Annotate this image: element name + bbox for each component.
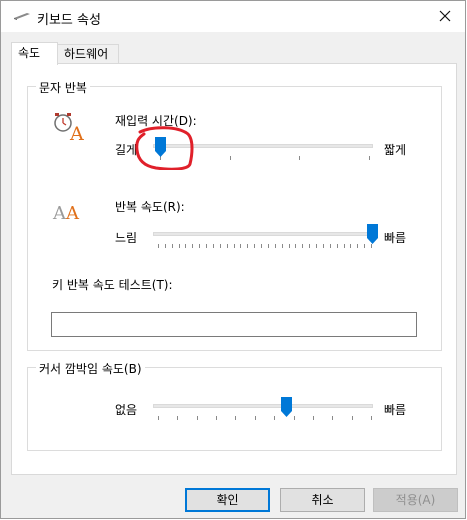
- slider-tick: [371, 244, 372, 248]
- slider-tick: [261, 244, 262, 248]
- slider-tick: [352, 416, 353, 420]
- slider-tick: [274, 416, 275, 420]
- slider-tick: [254, 244, 255, 248]
- slider-tick: [158, 416, 159, 420]
- slider-tick: [337, 244, 338, 248]
- apply-button[interactable]: 적용(A): [373, 488, 458, 512]
- repeat-delay-icon: A: [54, 113, 84, 142]
- slider-tick: [295, 244, 296, 248]
- cursor-blink-track[interactable]: [153, 404, 373, 408]
- window-title: 키보드 속성: [37, 13, 101, 28]
- slider-tick: [158, 244, 159, 248]
- slider-tick: [230, 156, 231, 160]
- svg-text:A: A: [52, 203, 67, 223]
- slider-tick: [235, 416, 236, 420]
- repeat-delay-track[interactable]: [153, 144, 373, 148]
- slider-tick: [234, 244, 235, 248]
- keyboard-properties-window: 키보드 속성 속도 하드웨어 문자 반복 A 재입력 시간(D): 길게 짧게 …: [0, 0, 466, 519]
- cursor-blink-ticks: [158, 416, 372, 422]
- tab-hardware[interactable]: 하드웨어: [57, 44, 119, 63]
- tab-hardware-label: 하드웨어: [64, 47, 109, 61]
- repeat-test-label: 키 반복 속도 테스트(T):: [52, 278, 173, 292]
- cursor-blink-group: 커서 깜박임 속도(B): [27, 360, 442, 451]
- tab-speed[interactable]: 속도: [11, 42, 58, 65]
- slider-tick: [247, 244, 248, 248]
- svg-text:A: A: [69, 123, 84, 142]
- slider-tick: [371, 416, 372, 420]
- repeat-rate-ticks: [158, 244, 372, 250]
- slider-tick: [255, 416, 256, 420]
- slider-tick: [357, 244, 358, 248]
- slider-tick: [177, 416, 178, 420]
- slider-tick: [165, 244, 166, 248]
- slider-tick: [197, 416, 198, 420]
- repeat-rate-track[interactable]: [153, 232, 373, 236]
- title-bar: 키보드 속성: [1, 1, 465, 32]
- tab-panel-speed: 문자 반복 A 재입력 시간(D): 길게 짧게 A A 반복 속도(R): 느…: [11, 63, 457, 475]
- slider-tick: [299, 156, 300, 160]
- slider-tick: [185, 244, 186, 248]
- slider-tick: [313, 416, 314, 420]
- slider-tick: [282, 244, 283, 248]
- slider-tick: [344, 244, 345, 248]
- slider-tick: [323, 244, 324, 248]
- repeat-rate-label: 반복 속도(R):: [115, 200, 185, 214]
- repeat-rate-min-label: 느림: [115, 231, 138, 245]
- svg-text:A: A: [65, 203, 80, 223]
- slider-tick: [240, 244, 241, 248]
- cursor-blink-slider-thumb[interactable]: [281, 397, 293, 417]
- repeat-delay-ticks: [160, 156, 370, 162]
- keyboard-icon: [14, 13, 30, 20]
- repeat-delay-label: 재입력 시간(D):: [115, 114, 197, 128]
- slider-tick: [316, 244, 317, 248]
- repeat-delay-min-label: 길게: [115, 143, 138, 157]
- slider-tick: [289, 244, 290, 248]
- slider-tick: [330, 244, 331, 248]
- cancel-button[interactable]: 취소: [280, 488, 365, 512]
- repeat-rate-icon: A A: [52, 203, 80, 223]
- slider-tick: [179, 244, 180, 248]
- repeat-delay-slider-thumb[interactable]: [155, 137, 166, 157]
- slider-tick: [227, 244, 228, 248]
- slider-tick: [268, 244, 269, 248]
- slider-tick: [275, 244, 276, 248]
- slider-tick: [220, 244, 221, 248]
- repeat-rate-slider-thumb[interactable]: [367, 224, 378, 244]
- slider-tick: [199, 244, 200, 248]
- close-icon: [439, 10, 451, 22]
- character-repeat-title: 문자 반복: [36, 79, 90, 96]
- slider-tick: [332, 416, 333, 420]
- slider-tick: [350, 244, 351, 248]
- repeat-rate-max-label: 빠름: [384, 231, 407, 245]
- slider-tick: [192, 244, 193, 248]
- slider-tick: [309, 244, 310, 248]
- cursor-blink-min-label: 없음: [115, 403, 138, 417]
- close-button[interactable]: [435, 6, 455, 26]
- slider-tick: [213, 244, 214, 248]
- repeat-test-input[interactable]: [51, 312, 417, 337]
- cursor-blink-title: 커서 깜박임 속도(B): [36, 360, 145, 377]
- cursor-blink-max-label: 빠름: [384, 403, 407, 417]
- ok-button[interactable]: 확인: [185, 488, 270, 512]
- slider-tick: [369, 156, 370, 160]
- slider-tick: [216, 416, 217, 420]
- repeat-delay-max-label: 짧게: [384, 143, 407, 157]
- slider-tick: [172, 244, 173, 248]
- tab-speed-label: 속도: [18, 46, 41, 60]
- slider-tick: [206, 244, 207, 248]
- slider-tick: [294, 416, 295, 420]
- slider-tick: [364, 244, 365, 248]
- slider-tick: [302, 244, 303, 248]
